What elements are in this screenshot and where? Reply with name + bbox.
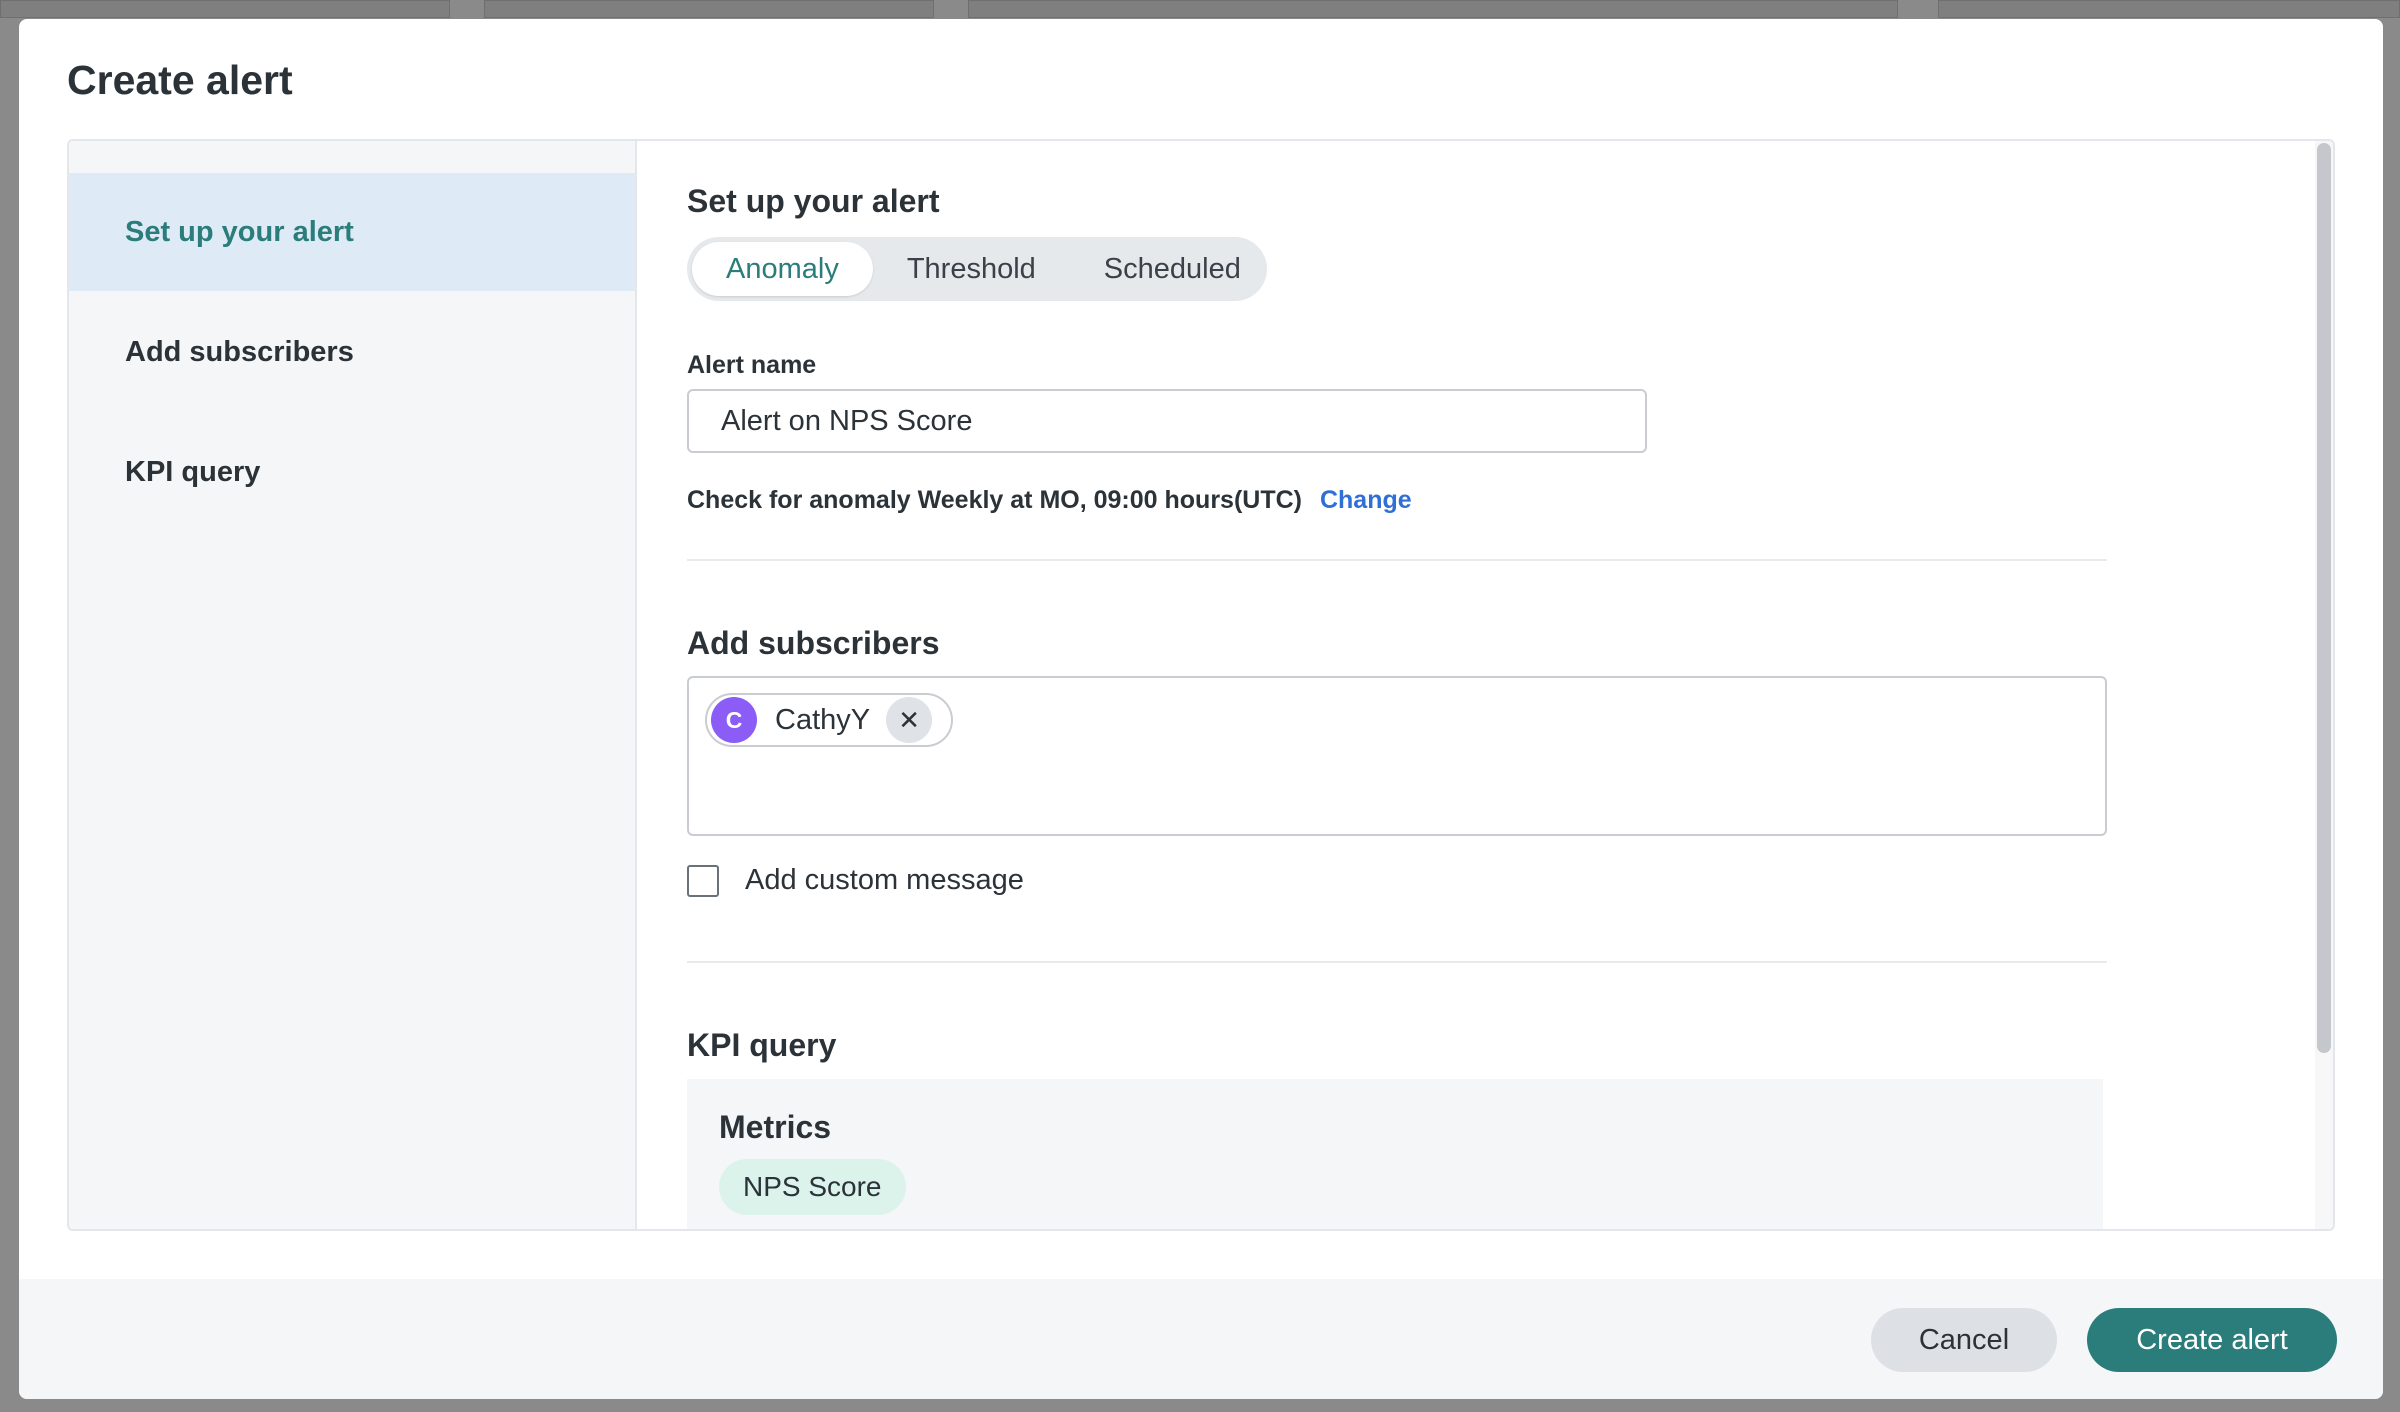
scrollbar[interactable] <box>2315 141 2333 1229</box>
step-navigation: Set up your alert Add subscribers KPI qu… <box>69 141 637 1229</box>
nav-item-setup[interactable]: Set up your alert <box>69 173 635 291</box>
cancel-button[interactable]: Cancel <box>1871 1308 2057 1372</box>
section-divider <box>687 559 2107 561</box>
nav-item-subscribers[interactable]: Add subscribers <box>69 293 635 411</box>
schedule-text: Check for anomaly Weekly at MO, 09:00 ho… <box>687 486 1302 514</box>
subscriber-name: CathyY <box>775 703 871 736</box>
scrollbar-thumb[interactable] <box>2317 143 2331 1053</box>
modal-title: Create alert <box>67 57 293 103</box>
kpi-query-panel: Metrics NPS Score <box>687 1079 2103 1229</box>
remove-subscriber-icon[interactable]: ✕ <box>886 697 933 743</box>
metric-pill[interactable]: NPS Score <box>719 1159 906 1215</box>
background-panel <box>0 0 450 18</box>
background-panel <box>484 0 934 18</box>
schedule-summary: Check for anomaly Weekly at MO, 09:00 ho… <box>687 486 1412 515</box>
kpi-section-title: KPI query <box>687 1027 837 1063</box>
alert-type-anomaly[interactable]: Anomaly <box>692 242 873 296</box>
subscribers-section-title: Add subscribers <box>687 625 940 661</box>
create-alert-button[interactable]: Create alert <box>2087 1308 2337 1372</box>
modal-content: Set up your alert Add subscribers KPI qu… <box>67 139 2335 1231</box>
alert-type-threshold[interactable]: Threshold <box>873 242 1070 296</box>
avatar: C <box>711 697 757 743</box>
alert-name-label: Alert name <box>687 351 817 379</box>
create-alert-modal: Create alert Set up your alert Add subsc… <box>19 19 2383 1399</box>
background-panel <box>1938 0 2400 18</box>
custom-message-label: Add custom message <box>745 864 1024 896</box>
alert-type-selector: Anomaly Threshold Scheduled <box>687 237 1267 301</box>
subscribers-input[interactable]: C CathyY ✕ <box>687 676 2107 836</box>
setup-section-title: Set up your alert <box>687 183 940 219</box>
section-divider <box>687 961 2107 963</box>
alert-type-scheduled[interactable]: Scheduled <box>1070 242 1275 296</box>
change-schedule-link[interactable]: Change <box>1320 486 1412 515</box>
metrics-title: Metrics <box>719 1109 832 1145</box>
alert-name-input[interactable] <box>687 389 1647 453</box>
form-panel: Set up your alert Anomaly Threshold Sche… <box>639 141 2333 1229</box>
modal-footer: Cancel Create alert <box>19 1279 2383 1399</box>
custom-message-row: Add custom message <box>687 864 1024 897</box>
subscriber-chip: C CathyY ✕ <box>705 693 953 747</box>
nav-item-kpi-query[interactable]: KPI query <box>69 413 635 531</box>
custom-message-checkbox[interactable] <box>687 864 719 897</box>
background-panel <box>968 0 1898 18</box>
